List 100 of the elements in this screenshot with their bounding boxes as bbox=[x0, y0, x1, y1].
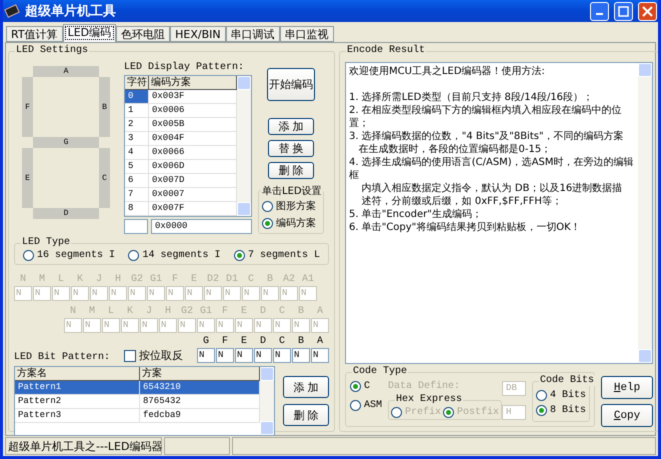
scrollbar[interactable] bbox=[260, 367, 274, 435]
group-title: LED Settings bbox=[15, 45, 90, 56]
segment-field[interactable]: N bbox=[310, 348, 329, 363]
segment-label: M bbox=[88, 306, 95, 317]
segment-label: K bbox=[76, 274, 83, 285]
result-text-area[interactable]: 欢迎使用MCU工具之LED编码器！使用方法: 1. 选择所需LED类型（目前只支持 8段/14段/16段）； 2. 在相应类型段编码下方的编辑框内填入相应段在编码中的位置； 3. 选择编码数据的位数，"4 Bits"及"8Bits"，不同的编码方案 在生成数据时，各段的位置编码都是0-15； 4. 选择生成编码的使用语言(C/ASM)，选ASM时，在旁边的编辑框 内填入相应数据定义指令，默认为 DB；以及16进制数据描 述符，分前缀或后缀，如 0xFF,$FF,FFH等； 5. 单击"Encoder"生成编码； 6. 单击"Copy"将编码结果拷贝到粘贴板，一切OK！ bbox=[345, 62, 654, 364]
radio-button[interactable]: 7 segments L bbox=[234, 250, 320, 261]
led-segment[interactable]: D bbox=[33, 208, 99, 219]
radio-button[interactable]: 4 Bits bbox=[536, 390, 586, 401]
field-label: Data Define: bbox=[388, 381, 460, 394]
chip-icon bbox=[4, 4, 20, 18]
tab[interactable]: 串口调试 bbox=[226, 26, 280, 42]
radio-button[interactable]: 14 segments I bbox=[128, 250, 220, 261]
segment-field[interactable]: N bbox=[216, 348, 234, 363]
group-title: Code Bits bbox=[539, 375, 596, 386]
scrollbar[interactable] bbox=[237, 76, 251, 216]
close-button[interactable] bbox=[638, 2, 657, 20]
radio-button[interactable]: 编码方案 bbox=[262, 216, 320, 230]
segment-label: B bbox=[298, 336, 304, 347]
table-cell[interactable]: 6543210 bbox=[140, 381, 260, 395]
tab[interactable]: 色环电阻 bbox=[116, 26, 170, 42]
segment-label: A bbox=[316, 336, 323, 347]
segment-field[interactable]: N bbox=[196, 348, 215, 363]
table-cell[interactable]: 0x0007 bbox=[149, 188, 237, 202]
table-cell[interactable]: 0x003F bbox=[149, 90, 237, 104]
tab[interactable]: LED编码 bbox=[62, 24, 116, 42]
scrollbar[interactable] bbox=[638, 63, 652, 363]
maximize-button[interactable] bbox=[614, 2, 633, 20]
tab[interactable]: 串口监视 bbox=[280, 26, 334, 42]
action-button[interactable]: 替 换 bbox=[268, 140, 314, 157]
segment-field[interactable]: N bbox=[292, 348, 310, 363]
window-title: 超级单片机工具 bbox=[25, 3, 117, 20]
table-cell[interactable]: 0 bbox=[125, 90, 149, 104]
action-button[interactable]: 添 加 bbox=[283, 376, 329, 398]
column-header: 字符 bbox=[125, 76, 149, 90]
table-cell[interactable]: Pattern1 bbox=[15, 381, 140, 395]
table-cell[interactable]: Pattern2 bbox=[15, 395, 140, 409]
segment-field[interactable]: N bbox=[234, 348, 253, 363]
minimize-button[interactable] bbox=[590, 2, 609, 20]
led-segment[interactable]: A bbox=[33, 66, 99, 77]
char-input-field[interactable] bbox=[124, 219, 148, 234]
segment-label: K bbox=[126, 306, 133, 317]
radio-button[interactable]: ASM bbox=[350, 400, 382, 411]
table-cell[interactable]: 0x007F bbox=[149, 202, 237, 216]
start-encode-button[interactable]: 开始编码 bbox=[267, 68, 315, 102]
column-header: 方案 bbox=[140, 367, 260, 381]
code-input-field[interactable]: 0x0000 bbox=[151, 219, 252, 234]
led-segment[interactable]: E bbox=[22, 148, 33, 208]
table-cell[interactable]: 0x0006 bbox=[149, 104, 237, 118]
segment-label: G1 bbox=[200, 306, 212, 317]
table-cell[interactable]: 8 bbox=[125, 202, 149, 216]
group-title: Hex Express bbox=[395, 394, 464, 405]
led-segment[interactable]: G bbox=[33, 137, 99, 148]
radio-button[interactable]: 16 segments I bbox=[23, 250, 116, 261]
maximize-icon bbox=[618, 6, 629, 16]
segment-label: F bbox=[172, 274, 178, 285]
table-cell[interactable]: 0x006D bbox=[149, 160, 237, 174]
segment-field[interactable]: N bbox=[254, 348, 272, 363]
segment-label: J bbox=[146, 306, 152, 317]
segment-label: H bbox=[164, 306, 171, 317]
table-cell[interactable]: fedcba9 bbox=[140, 409, 260, 423]
led-segment[interactable]: B bbox=[99, 77, 110, 137]
table-cell[interactable]: 7 bbox=[125, 188, 149, 202]
table-cell[interactable]: 6 bbox=[125, 174, 149, 188]
led-segment[interactable]: C bbox=[99, 148, 110, 208]
table-cell[interactable]: 5 bbox=[125, 160, 149, 174]
action-button[interactable]: 删 除 bbox=[283, 404, 329, 426]
table-cell[interactable]: 2 bbox=[125, 118, 149, 132]
tab[interactable]: RT值计算 bbox=[6, 26, 63, 42]
segment-label: D bbox=[260, 306, 266, 317]
segment-label: H bbox=[114, 274, 121, 285]
invert-checkbox[interactable]: 按位取反 bbox=[124, 348, 183, 363]
table-title: LED Bit Pattern: bbox=[14, 352, 110, 363]
action-button[interactable]: 添 加 bbox=[268, 118, 314, 135]
segment-label: N bbox=[20, 274, 26, 285]
led-segment[interactable]: F bbox=[22, 77, 33, 137]
segment-field[interactable]: N bbox=[272, 348, 291, 363]
table-cell[interactable]: 0x005B bbox=[149, 118, 237, 132]
table-cell[interactable]: 0x0066 bbox=[149, 146, 237, 160]
segment-label: G1 bbox=[150, 274, 162, 285]
action-button[interactable]: Help bbox=[601, 376, 654, 399]
table-cell[interactable]: 3 bbox=[125, 132, 149, 146]
table-cell[interactable]: 0x007D bbox=[149, 174, 237, 188]
table-cell[interactable]: 8765432 bbox=[140, 395, 260, 409]
tab[interactable]: HEX/BIN bbox=[170, 26, 226, 42]
segment-label: A1 bbox=[302, 274, 314, 285]
segment-label: D1 bbox=[226, 274, 238, 285]
table-cell[interactable]: 1 bbox=[125, 104, 149, 118]
group-title: LED Type bbox=[21, 237, 72, 248]
radio-button[interactable]: 8 Bits bbox=[536, 405, 586, 416]
table-cell[interactable]: 4 bbox=[125, 146, 149, 160]
action-button[interactable]: Copy bbox=[601, 404, 654, 427]
table-cell[interactable]: Pattern3 bbox=[15, 409, 140, 423]
status-panel bbox=[164, 437, 230, 455]
segment-label: B bbox=[266, 274, 273, 285]
radio-button[interactable]: C bbox=[350, 381, 382, 392]
column-header: 方案名 bbox=[15, 367, 140, 381]
table-cell[interactable]: 0x004F bbox=[149, 132, 237, 146]
action-button[interactable]: 删 除 bbox=[268, 162, 314, 179]
radio-button[interactable]: 图形方案 bbox=[262, 199, 320, 213]
